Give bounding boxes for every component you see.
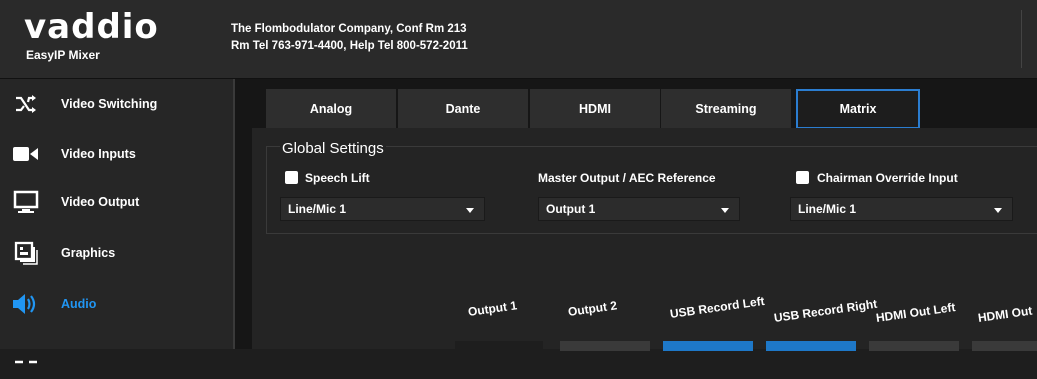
master-output-label: Master Output / AEC Reference: [538, 171, 716, 185]
graphics-icon: [12, 239, 40, 267]
tab-analog[interactable]: Analog: [266, 89, 396, 129]
global-settings-title: Global Settings: [280, 140, 386, 157]
company-line-2: Rm Tel 763-971-4400, Help Tel 800-572-20…: [231, 40, 468, 52]
speech-lift-checkbox[interactable]: [285, 171, 298, 184]
chairman-override-checkbox[interactable]: [796, 171, 809, 184]
tab-hdmi[interactable]: HDMI: [530, 89, 660, 129]
chairman-override-select[interactable]: Line/Mic 1: [790, 197, 1013, 221]
sidebar-item-partial[interactable]: [0, 329, 233, 379]
matrix-cell[interactable]: [455, 341, 543, 351]
sidebar-item-label: Video Switching: [61, 97, 158, 111]
matrix-cell[interactable]: [972, 341, 1037, 351]
sidebar-item-video-output[interactable]: Video Output: [0, 177, 233, 227]
company-line-1: The Flombodulator Company, Conf Rm 213: [231, 23, 467, 35]
master-output-select[interactable]: Output 1: [538, 197, 740, 221]
sidebar: Video Switching Video Inputs Video Outpu…: [0, 79, 233, 364]
monitor-icon: [12, 188, 40, 216]
matrix-cell[interactable]: [560, 341, 650, 351]
tab-streaming[interactable]: Streaming: [661, 89, 791, 129]
sidebar-item-video-switching[interactable]: Video Switching: [0, 79, 233, 129]
chairman-override-value: Line/Mic 1: [798, 202, 857, 216]
master-output-value: Output 1: [546, 202, 596, 216]
shuffle-icon: [12, 90, 40, 118]
app-header: vaddio EasyIP Mixer The Flombodulator Co…: [0, 0, 1037, 79]
chevron-down-icon: [994, 208, 1002, 213]
speech-lift-label: Speech Lift: [305, 171, 370, 185]
matrix-cell[interactable]: [766, 341, 856, 351]
sidebar-item-label: Audio: [61, 297, 97, 311]
arrows-icon: [12, 340, 40, 368]
chevron-down-icon: [466, 208, 474, 213]
video-camera-icon: [12, 140, 40, 168]
matrix-cell[interactable]: [663, 341, 753, 351]
company-info: The Flombodulator Company, Conf Rm 213 R…: [231, 21, 468, 55]
speech-lift-select[interactable]: Line/Mic 1: [280, 197, 485, 221]
tab-dante[interactable]: Dante: [398, 89, 528, 129]
sidebar-item-label: Graphics: [61, 246, 116, 260]
sidebar-item-video-inputs[interactable]: Video Inputs: [0, 129, 233, 179]
sidebar-item-audio[interactable]: Audio: [0, 279, 233, 329]
matrix-cell[interactable]: [869, 341, 959, 351]
chairman-override-label: Chairman Override Input: [817, 171, 958, 185]
speaker-icon: [12, 290, 40, 318]
chevron-down-icon: [721, 208, 729, 213]
sidebar-item-label: Video Inputs: [61, 147, 136, 161]
vaddio-logo: vaddio EasyIP Mixer: [24, 10, 159, 62]
speech-lift-value: Line/Mic 1: [288, 202, 347, 216]
sidebar-item-label: Video Output: [61, 195, 140, 209]
header-divider: [1021, 10, 1022, 68]
product-name: EasyIP Mixer: [26, 48, 100, 62]
main-content: Analog Dante HDMI Streaming Matrix Globa…: [233, 79, 1037, 351]
sidebar-item-graphics[interactable]: Graphics: [0, 228, 233, 278]
logo-wordmark: vaddio: [24, 7, 159, 47]
tab-matrix[interactable]: Matrix: [796, 89, 920, 129]
